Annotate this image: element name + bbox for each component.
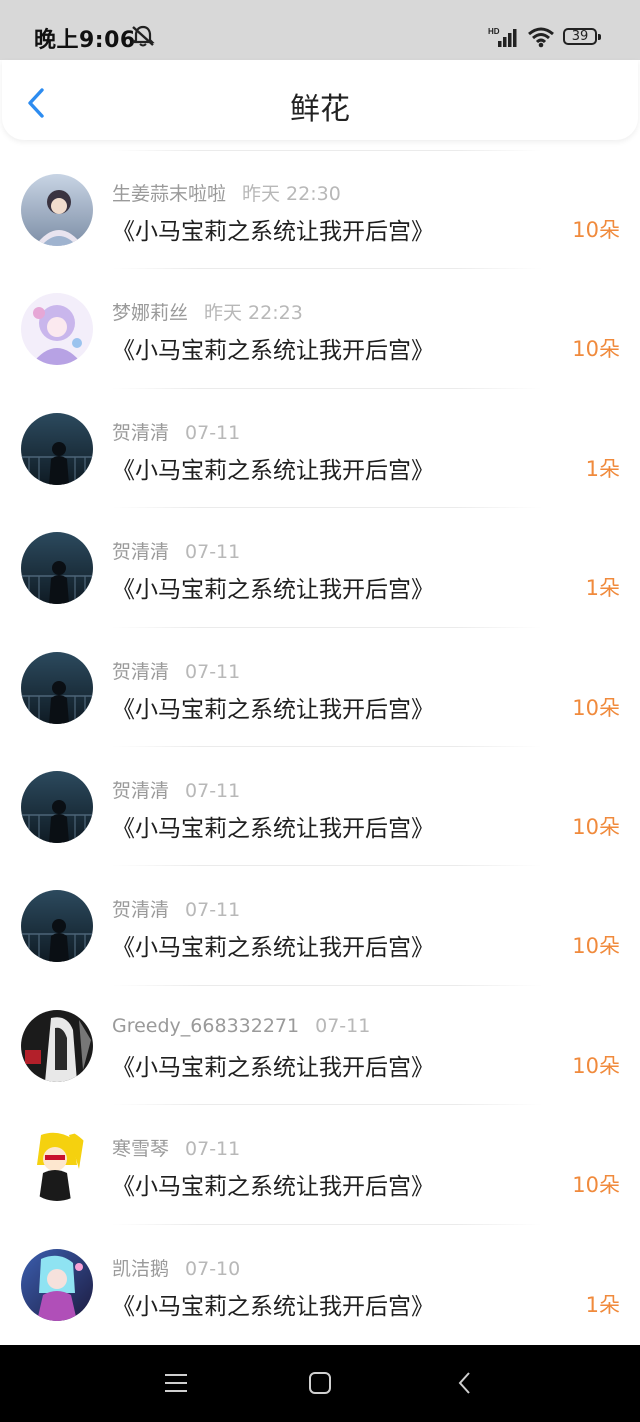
signal-icon: HD bbox=[488, 26, 520, 52]
status-bar: 晚上9:06 HD 39 bbox=[0, 0, 640, 60]
avatar[interactable] bbox=[21, 174, 93, 246]
menu-icon[interactable] bbox=[164, 1371, 188, 1399]
list-item[interactable]: 寒雪琴 07-11 《小马宝莉之系统让我开后宫》 10朵 bbox=[0, 1105, 640, 1225]
user-name: 梦娜莉丝 bbox=[112, 302, 189, 325]
back-icon[interactable] bbox=[454, 1371, 478, 1399]
user-name: 贺清清 bbox=[112, 421, 170, 444]
user-name: 寒雪琴 bbox=[112, 1138, 170, 1161]
book-title: 《小马宝莉之系统让我开后宫》 bbox=[112, 338, 434, 365]
avatar[interactable] bbox=[21, 1009, 93, 1082]
flower-count: 10朵 bbox=[572, 1053, 620, 1078]
book-title: 《小马宝莉之系统让我开后宫》 bbox=[112, 1293, 434, 1320]
book-title: 《小马宝莉之系统让我开后宫》 bbox=[112, 219, 434, 245]
list-item[interactable]: 梦娜莉丝 昨天 22:23 《小马宝莉之系统让我开后宫》 10朵 bbox=[0, 269, 640, 389]
timestamp: 07-11 bbox=[185, 779, 241, 802]
timestamp: 07-11 bbox=[315, 1014, 371, 1037]
svg-text:HD: HD bbox=[488, 27, 500, 36]
user-meta: 凯洁鹅 07-10 bbox=[112, 1254, 240, 1281]
user-name: 贺清清 bbox=[112, 660, 170, 683]
timestamp: 07-10 bbox=[185, 1257, 241, 1280]
page-title: 鲜花 bbox=[290, 92, 350, 127]
user-meta: 贺清清 07-11 bbox=[112, 776, 240, 803]
avatar[interactable] bbox=[21, 1129, 93, 1202]
user-name: 贺清清 bbox=[112, 899, 170, 922]
user-name: 贺清清 bbox=[112, 541, 170, 564]
timestamp: 07-11 bbox=[185, 1138, 241, 1161]
list-item[interactable]: 贺清清 07-11 《小马宝莉之系统让我开后宫》 10朵 bbox=[0, 628, 640, 747]
list-item[interactable]: 生姜蒜末啦啦 昨天 22:30 《小马宝莉之系统让我开后宫》 10朵 bbox=[0, 150, 640, 270]
book-title: 《小马宝莉之系统让我开后宫》 bbox=[112, 577, 434, 604]
flower-count: 10朵 bbox=[572, 1173, 620, 1198]
user-meta: 贺清清 07-11 bbox=[112, 895, 240, 922]
book-title: 《小马宝莉之系统让我开后宫》 bbox=[112, 1174, 434, 1201]
user-name: 生姜蒜末啦啦 bbox=[112, 183, 227, 205]
flower-count: 1朵 bbox=[585, 456, 620, 481]
book-title: 《小马宝莉之系统让我开后宫》 bbox=[112, 935, 434, 962]
timestamp: 07-11 bbox=[185, 899, 241, 922]
user-meta: 梦娜莉丝 昨天 22:23 bbox=[112, 298, 303, 325]
flower-count: 1朵 bbox=[585, 1292, 620, 1317]
avatar[interactable] bbox=[21, 1248, 93, 1321]
flower-count: 1朵 bbox=[585, 576, 620, 601]
list-item[interactable]: 凯洁鹅 07-10 《小马宝莉之系统让我开后宫》 1朵 bbox=[0, 1225, 640, 1344]
user-meta: 贺清清 07-11 bbox=[112, 657, 240, 684]
mute-icon bbox=[130, 24, 156, 52]
avatar[interactable] bbox=[21, 651, 93, 724]
flower-count: 10朵 bbox=[572, 337, 620, 362]
flower-count: 10朵 bbox=[572, 814, 620, 839]
flower-count: 10朵 bbox=[572, 695, 620, 720]
list-item[interactable]: 贺清清 07-11 《小马宝莉之系统让我开后宫》 1朵 bbox=[0, 389, 640, 509]
wifi-icon bbox=[527, 26, 555, 52]
timestamp: 昨天 22:30 bbox=[242, 183, 341, 205]
avatar[interactable] bbox=[21, 293, 93, 366]
timestamp: 07-11 bbox=[185, 421, 241, 444]
user-meta: 生姜蒜末啦啦 昨天 22:30 bbox=[112, 179, 341, 206]
home-icon[interactable] bbox=[308, 1371, 332, 1399]
user-meta: 贺清清 07-11 bbox=[112, 418, 240, 445]
flower-record-list: 生姜蒜末啦啦 昨天 22:30 《小马宝莉之系统让我开后宫》 10朵 梦娜莉丝 昨天… bbox=[0, 150, 640, 1344]
user-name: 贺清清 bbox=[112, 779, 170, 802]
book-title: 《小马宝莉之系统让我开后宫》 bbox=[112, 815, 434, 842]
avatar[interactable] bbox=[21, 412, 93, 485]
avatar[interactable] bbox=[21, 770, 93, 843]
book-title: 《小马宝莉之系统让我开后宫》 bbox=[112, 1054, 434, 1081]
user-name: 凯洁鹅 bbox=[112, 1257, 170, 1280]
book-title: 《小马宝莉之系统让我开后宫》 bbox=[112, 457, 434, 484]
timestamp: 昨天 22:23 bbox=[204, 302, 303, 325]
list-item[interactable]: 贺清清 07-11 《小马宝莉之系统让我开后宫》 10朵 bbox=[0, 866, 640, 986]
list-item[interactable]: Greedy_668332271 07-11 《小马宝莉之系统让我开后宫》 10朵 bbox=[0, 986, 640, 1106]
avatar[interactable] bbox=[21, 890, 93, 963]
status-time: 晚上9:06 bbox=[34, 28, 136, 53]
user-meta: 寒雪琴 07-11 bbox=[112, 1134, 240, 1161]
timestamp: 07-11 bbox=[185, 541, 241, 564]
book-title: 《小马宝莉之系统让我开后宫》 bbox=[112, 696, 434, 723]
battery-icon: 39 bbox=[563, 28, 601, 45]
flower-count: 10朵 bbox=[572, 934, 620, 959]
list-item[interactable]: 贺清清 07-11 《小马宝莉之系统让我开后宫》 10朵 bbox=[0, 747, 640, 867]
nav-header: 鲜花 bbox=[2, 60, 638, 140]
avatar[interactable] bbox=[21, 532, 93, 605]
user-meta: Greedy_668332271 07-11 bbox=[112, 1015, 370, 1037]
flower-count: 10朵 bbox=[572, 218, 620, 242]
system-nav-bar bbox=[0, 1345, 640, 1422]
list-item[interactable]: 贺清清 07-11 《小马宝莉之系统让我开后宫》 1朵 bbox=[0, 508, 640, 628]
user-name: Greedy_668332271 bbox=[112, 1014, 300, 1037]
user-meta: 贺清清 07-11 bbox=[112, 537, 240, 564]
timestamp: 07-11 bbox=[185, 660, 241, 683]
